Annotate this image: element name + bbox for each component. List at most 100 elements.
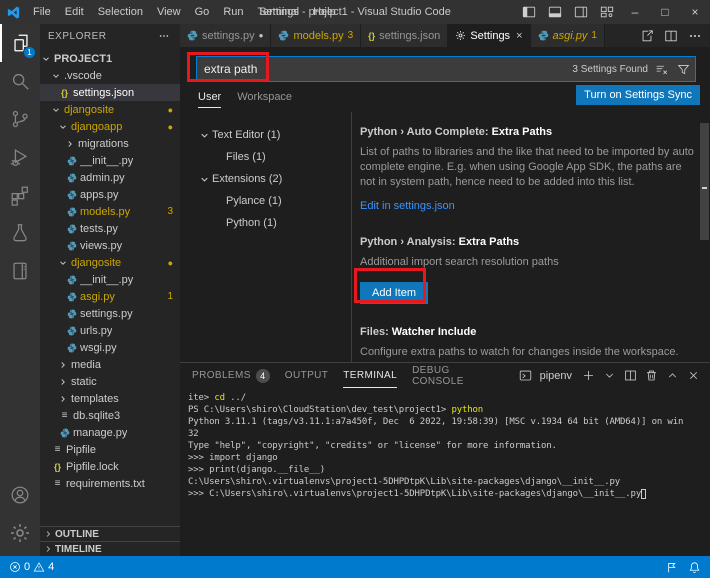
- clear-filters-icon[interactable]: [652, 60, 670, 78]
- tree-root-folder[interactable]: PROJECT1: [40, 50, 180, 67]
- activity-search-icon[interactable]: [0, 62, 40, 100]
- tree-item--vscode[interactable]: .vscode: [40, 67, 180, 84]
- terminal-shell-label[interactable]: pipenv: [540, 370, 572, 382]
- kill-terminal-icon[interactable]: [642, 366, 660, 386]
- tree-item-models-py[interactable]: models.py 3: [40, 203, 180, 220]
- tree-item-db-sqlite3[interactable]: ≡ db.sqlite3: [40, 407, 180, 424]
- feedback-icon[interactable]: [665, 561, 678, 574]
- maximize-panel-icon[interactable]: [663, 366, 681, 386]
- tab-asgi-py[interactable]: asgi.py 1: [530, 24, 605, 47]
- tree-item-urls-py[interactable]: urls.py: [40, 322, 180, 339]
- tree-root-label: PROJECT1: [54, 52, 113, 65]
- menu-file[interactable]: File: [26, 0, 58, 24]
- tab-settings-json[interactable]: {} settings.json: [361, 24, 449, 47]
- menu-edit[interactable]: Edit: [58, 0, 91, 24]
- toc-item-text-editor[interactable]: Text Editor (1): [180, 124, 351, 146]
- split-editor-icon[interactable]: [660, 24, 682, 48]
- tab-settings[interactable]: Settings ×: [448, 24, 531, 47]
- scope-tab-user[interactable]: User: [198, 87, 222, 108]
- tree-item-settings-json[interactable]: {} settings.json: [40, 84, 180, 101]
- maximize-button[interactable]: □: [650, 0, 680, 24]
- tree-item-asgi-py[interactable]: asgi.py 1: [40, 288, 180, 305]
- outline-section[interactable]: OUTLINE: [40, 526, 180, 541]
- toc-item-extensions[interactable]: Extensions (2): [180, 168, 351, 190]
- turn-on-settings-sync-button[interactable]: Turn on Settings Sync: [576, 85, 700, 105]
- activity-source-control-icon[interactable]: [0, 100, 40, 138]
- activity-testing-icon[interactable]: [0, 214, 40, 252]
- toc-item-python[interactable]: Python (1): [180, 212, 351, 234]
- settings-scrollbar[interactable]: [700, 123, 709, 240]
- tab-settings-py[interactable]: settings.py ●: [180, 24, 272, 47]
- tab-close-icon[interactable]: ×: [516, 30, 522, 42]
- modified-dot: ●: [167, 104, 173, 115]
- tree-item-djangosite[interactable]: djangosite ●: [40, 101, 180, 118]
- tree-item-admin-py[interactable]: admin.py: [40, 169, 180, 186]
- tree-item-apps-py[interactable]: apps.py: [40, 186, 180, 203]
- activity-run-and-debug-icon[interactable]: [0, 138, 40, 176]
- explorer-more-actions-icon[interactable]: [156, 28, 172, 44]
- panel-tab-terminal[interactable]: TERMINAL: [343, 363, 398, 388]
- panel-tab-output[interactable]: OUTPUT: [285, 363, 329, 388]
- toc-item-files[interactable]: Files (1): [180, 146, 351, 168]
- terminal-shell-icon[interactable]: [517, 366, 535, 386]
- tree-item-wsgi-py[interactable]: wsgi.py: [40, 339, 180, 356]
- activity-extensions-icon[interactable]: [0, 176, 40, 214]
- notifications-bell-icon[interactable]: [688, 561, 701, 574]
- toggle-panel-icon[interactable]: [542, 0, 568, 24]
- close-panel-icon[interactable]: [684, 366, 702, 386]
- tree-item--init-py[interactable]: __init__.py: [40, 271, 180, 288]
- minimize-button[interactable]: –: [620, 0, 650, 24]
- split-terminal-icon[interactable]: [621, 366, 639, 386]
- customize-layout-icon[interactable]: [594, 0, 620, 24]
- open-settings-json-icon[interactable]: [636, 24, 658, 48]
- tree-item-tests-py[interactable]: tests.py: [40, 220, 180, 237]
- toc-label: Extensions (2): [212, 173, 283, 185]
- tree-item-pipfile-lock[interactable]: {} Pipfile.lock: [40, 458, 180, 475]
- terminal-output[interactable]: ite> cd ../PS C:\Users\shiro\CloudStatio…: [180, 388, 710, 556]
- scope-tab-workspace[interactable]: Workspace: [237, 87, 292, 107]
- tree-item-djangosite[interactable]: djangosite ●: [40, 254, 180, 271]
- activity-explorer-icon[interactable]: 1: [0, 24, 40, 62]
- panel-tab-debug-console[interactable]: DEBUG CONSOLE: [412, 363, 502, 388]
- editor-more-actions-icon[interactable]: [684, 24, 706, 48]
- panel-tab-problems[interactable]: PROBLEMS 4: [192, 363, 270, 388]
- toggle-sidebar-icon[interactable]: [516, 0, 542, 24]
- close-button[interactable]: ×: [680, 0, 710, 24]
- chevron-down-icon: [59, 123, 69, 131]
- tree-item-djangoapp[interactable]: djangoapp ●: [40, 118, 180, 135]
- tab-modified-dot[interactable]: ●: [259, 31, 264, 40]
- tree-item-pipfile[interactable]: ≡ Pipfile: [40, 441, 180, 458]
- tree-item-label: migrations: [78, 137, 129, 150]
- tab-models-py[interactable]: models.py 3: [271, 24, 362, 47]
- add-item-button[interactable]: Add Item: [360, 282, 429, 304]
- python-file-icon: [66, 275, 77, 285]
- activity-account-icon[interactable]: [0, 476, 40, 514]
- edit-in-settings-json-link[interactable]: Edit in settings.json: [360, 200, 455, 212]
- new-terminal-icon[interactable]: [579, 366, 597, 386]
- menu-help[interactable]: Help: [306, 0, 343, 24]
- filter-icon[interactable]: [674, 60, 692, 78]
- tree-item-settings-py[interactable]: settings.py: [40, 305, 180, 322]
- toggle-secondary-sidebar-icon[interactable]: [568, 0, 594, 24]
- terminal-text: >>> C:\Users\shiro\.virtualenvs\project1…: [188, 489, 642, 499]
- problems-status[interactable]: 0 4: [9, 561, 54, 573]
- tree-item-static[interactable]: static: [40, 373, 180, 390]
- tree-item-migrations[interactable]: migrations: [40, 135, 180, 152]
- tree-item--init-py[interactable]: __init__.py: [40, 152, 180, 169]
- launch-profile-chevron-icon[interactable]: [600, 366, 618, 386]
- menu-go[interactable]: Go: [188, 0, 217, 24]
- timeline-section[interactable]: TIMELINE: [40, 541, 180, 556]
- activity-settings-gear-icon[interactable]: [0, 514, 40, 552]
- activity-notebook-icon[interactable]: [0, 252, 40, 290]
- toc-item-pylance[interactable]: Pylance (1): [180, 190, 351, 212]
- menu-selection[interactable]: Selection: [91, 0, 150, 24]
- menu-view[interactable]: View: [150, 0, 188, 24]
- tree-item-media[interactable]: media: [40, 356, 180, 373]
- menu-run[interactable]: Run: [216, 0, 250, 24]
- tree-item-views-py[interactable]: views.py: [40, 237, 180, 254]
- tree-item-templates[interactable]: templates: [40, 390, 180, 407]
- tree-item-label: views.py: [80, 239, 123, 252]
- menu-terminal[interactable]: Terminal: [251, 0, 307, 24]
- tree-item-manage-py[interactable]: manage.py: [40, 424, 180, 441]
- tree-item-requirements-txt[interactable]: ≡ requirements.txt: [40, 475, 180, 492]
